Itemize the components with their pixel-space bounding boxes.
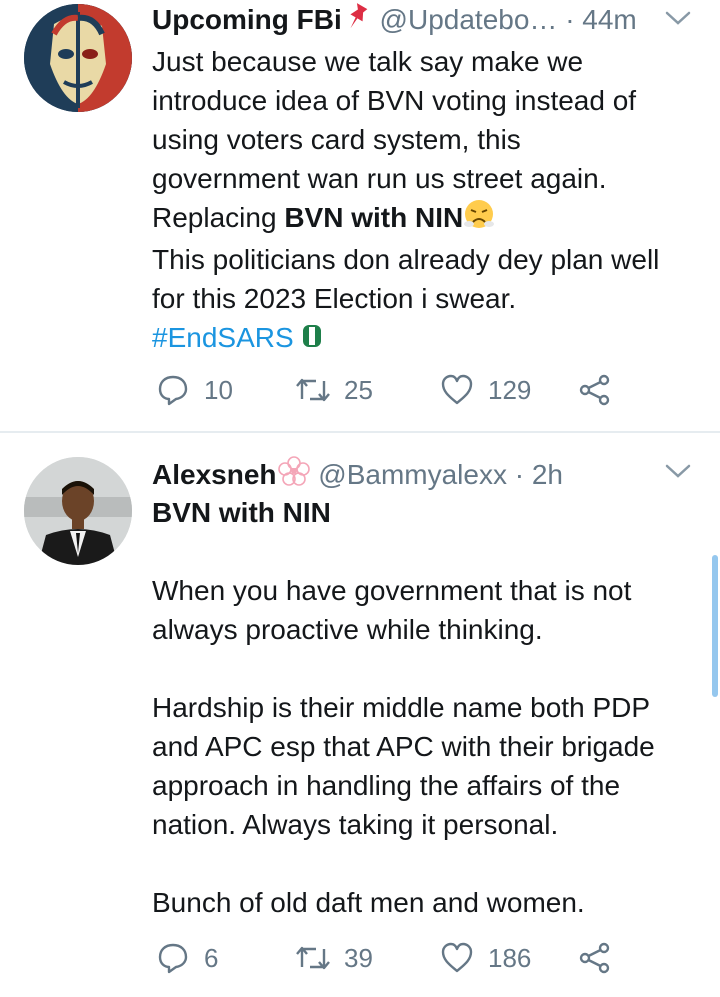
retweet-icon xyxy=(296,378,330,402)
tweet-1[interactable]: Upcoming FBi @Updatebo… · 44m Just becau… xyxy=(0,0,720,431)
like-count: 186 xyxy=(488,942,532,973)
avatar[interactable] xyxy=(24,457,132,565)
tweet-text: Just because we talk say make we introdu… xyxy=(152,42,712,360)
tweet-text: BVN with NIN When you have government th… xyxy=(152,497,655,918)
like-button[interactable]: 129 xyxy=(440,373,531,407)
retweet-count: 25 xyxy=(344,374,373,405)
display-name[interactable]: Upcoming FBi xyxy=(152,4,342,35)
reply-icon xyxy=(158,943,188,974)
hashtag-link[interactable]: #EndSARS xyxy=(152,322,294,353)
display-name[interactable]: Alexsneh xyxy=(152,459,277,490)
retweet-button[interactable]: 25 xyxy=(294,373,373,407)
reply-count: 10 xyxy=(204,374,233,405)
scrollbar[interactable] xyxy=(712,555,718,697)
raised-fist-icon xyxy=(301,321,323,360)
reply-button[interactable]: 10 xyxy=(156,373,233,407)
pushpin-icon xyxy=(342,2,372,41)
avatar[interactable] xyxy=(24,4,132,112)
like-button[interactable]: 186 xyxy=(440,941,531,975)
handle[interactable]: @Updatebo… xyxy=(380,4,558,35)
heart-icon xyxy=(441,942,473,973)
retweet-count: 39 xyxy=(344,942,373,973)
share-button[interactable] xyxy=(578,941,612,975)
flower-icon xyxy=(277,455,311,496)
heart-icon xyxy=(441,374,473,405)
tweet-header: Upcoming FBi @Updatebo… · 44m xyxy=(152,2,637,41)
timestamp[interactable]: · 2h xyxy=(515,459,563,490)
handle[interactable]: @Bammyalexx xyxy=(318,459,507,490)
tweet-2[interactable]: Alexsneh @Bammyalexx · 2h BVN with NIN W… xyxy=(0,433,720,997)
timestamp[interactable]: · 44m xyxy=(565,4,637,35)
chevron-down-icon[interactable] xyxy=(664,8,692,33)
share-icon xyxy=(579,374,610,406)
frustrated-face-emoji-icon xyxy=(463,198,495,240)
like-count: 129 xyxy=(488,374,532,405)
retweet-icon xyxy=(296,946,330,970)
tweet-header: Alexsneh @Bammyalexx · 2h xyxy=(152,455,563,496)
share-button[interactable] xyxy=(578,373,612,407)
share-icon xyxy=(579,942,610,974)
reply-icon xyxy=(158,375,188,406)
reply-count: 6 xyxy=(204,942,219,973)
chevron-down-icon[interactable] xyxy=(664,461,692,486)
retweet-button[interactable]: 39 xyxy=(294,941,373,975)
reply-button[interactable]: 6 xyxy=(156,941,218,975)
